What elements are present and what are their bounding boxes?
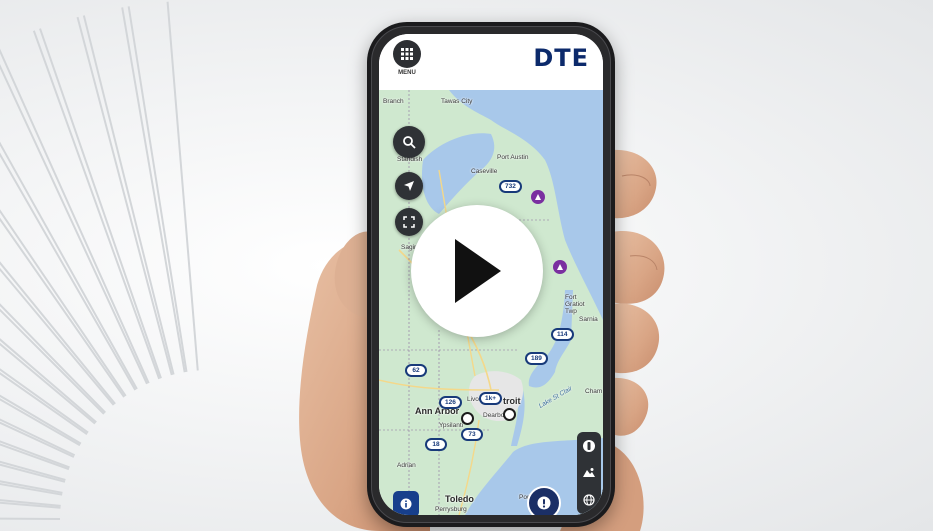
map-label: Adrian (397, 462, 416, 469)
outage-cluster[interactable]: 73 (461, 428, 483, 441)
map-toolbar (577, 432, 601, 514)
dte-logo: DTE (533, 44, 589, 72)
app-header: MENU DTE (379, 34, 603, 90)
navigation-arrow-icon (404, 181, 414, 191)
search-icon (403, 136, 416, 149)
map-label: Branch (383, 98, 404, 105)
map-label: Port Austin (497, 154, 529, 161)
info-icon (400, 498, 412, 510)
crew-marker-icon[interactable] (503, 408, 516, 421)
basemap-button[interactable] (577, 488, 601, 512)
map-label: Perrysburg (435, 506, 467, 513)
outage-cluster[interactable]: 18 (425, 438, 447, 451)
map-label: Sarnia (579, 316, 598, 323)
outage-cluster[interactable]: 732 (499, 180, 522, 193)
menu-label: MENU (398, 70, 416, 76)
map-label: Cham (585, 388, 603, 395)
fullscreen-icon (403, 216, 415, 228)
outage-cluster[interactable]: 114 (551, 328, 574, 341)
grid-icon (401, 48, 413, 60)
outage-cluster[interactable]: 126 (439, 396, 462, 409)
outage-cluster[interactable]: 62 (405, 364, 427, 377)
map-label: Caseville (471, 168, 498, 175)
menu-button[interactable] (393, 40, 421, 68)
layers-button[interactable] (577, 461, 601, 485)
play-icon (455, 239, 501, 303)
globe-icon (583, 494, 595, 506)
outage-cluster[interactable]: 1k+ (479, 392, 503, 405)
map-layers-icon (583, 468, 595, 477)
outage-cluster[interactable]: 189 (525, 352, 548, 365)
map-label: Ypsilanti (439, 422, 464, 429)
fullscreen-button[interactable] (395, 208, 423, 236)
video-play-button[interactable] (411, 205, 543, 337)
crew-marker-icon[interactable] (461, 412, 474, 425)
map-label: Tawas City (441, 98, 473, 105)
outage-marker-icon (583, 440, 595, 452)
outage-layer-button[interactable] (577, 434, 601, 458)
map-label: Fort Gratiot Twp (565, 294, 585, 315)
search-button[interactable] (393, 126, 425, 158)
legend-button[interactable] (393, 491, 419, 515)
exclamation-icon (537, 496, 551, 510)
report-outage-button[interactable] (527, 486, 561, 515)
map-label: Toledo (445, 494, 474, 504)
map-label: troit (503, 396, 521, 406)
locate-button[interactable] (395, 172, 423, 200)
outage-marker-icon[interactable] (553, 260, 567, 274)
outage-marker-icon[interactable] (531, 190, 545, 204)
